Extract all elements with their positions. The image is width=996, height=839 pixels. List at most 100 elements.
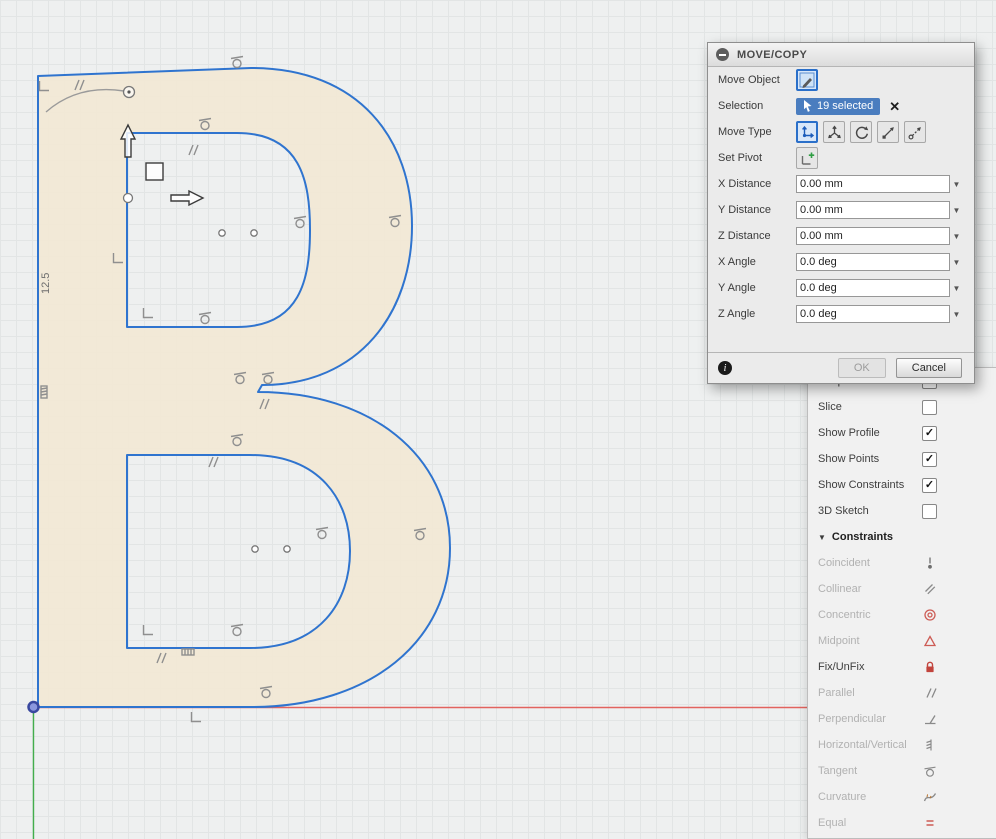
free-move-icon — [801, 125, 814, 138]
collapse-icon[interactable] — [716, 48, 729, 61]
3d-sketch-checkbox[interactable] — [922, 503, 937, 519]
move-type-point-to-point-button[interactable] — [877, 121, 899, 143]
move-object-sketch-button[interactable] — [796, 69, 818, 91]
sketch-point[interactable] — [283, 545, 291, 553]
constraint-parallel: Parallel — [808, 680, 996, 706]
collinear-icon — [925, 584, 936, 595]
letter-b-profile[interactable] — [37, 67, 451, 708]
z-distance-row: Z Distance ▼ — [708, 223, 974, 249]
x-angle-row: X Angle ▼ — [708, 249, 974, 275]
set-pivot-label: Set Pivot — [718, 152, 763, 164]
constraint-label: Coincident — [818, 557, 870, 569]
perpendicular-constraint-icon[interactable] — [142, 307, 154, 319]
move-object-row: Move Object — [708, 67, 974, 93]
sketch-point[interactable] — [122, 192, 134, 204]
move-type-point-to-position-button[interactable] — [904, 121, 926, 143]
pivot-icon — [801, 152, 814, 165]
parallel-constraint-icon[interactable] — [208, 456, 219, 468]
show-points-checkbox[interactable]: ✓ — [922, 451, 937, 467]
x-distance-input[interactable] — [796, 175, 950, 193]
tangent-constraint-icon[interactable] — [293, 215, 307, 229]
dialog-titlebar[interactable]: MOVE/COPY — [708, 43, 974, 67]
y-distance-dropdown-icon[interactable]: ▼ — [950, 206, 963, 215]
constraint-label: Equal — [818, 817, 847, 829]
tangent-constraint-icon[interactable] — [230, 623, 244, 637]
move-manipulator[interactable] — [119, 123, 205, 207]
point-to-position-icon — [907, 126, 921, 140]
y-angle-row: Y Angle ▼ — [708, 275, 974, 301]
move-type-rotate-button[interactable] — [850, 121, 872, 143]
palette-option-show-profile[interactable]: Show Profile ✓ — [808, 420, 996, 446]
coincident-icon — [928, 557, 932, 569]
sketch-palette: Snap ✓ Slice Show Profile ✓ Show Points … — [807, 367, 996, 839]
x-angle-dropdown-icon[interactable]: ▼ — [950, 258, 963, 267]
constraint-label: Curvature — [818, 791, 867, 803]
lock-icon — [926, 661, 934, 673]
move-type-free-move-button[interactable] — [796, 121, 818, 143]
equal-icon — [926, 820, 934, 826]
z-angle-dropdown-icon[interactable]: ▼ — [950, 310, 963, 319]
sketch-point[interactable] — [251, 545, 259, 553]
tangent-constraint-icon[interactable] — [198, 311, 212, 325]
dimension-label[interactable]: 12.5 — [40, 273, 52, 294]
translate-icon — [827, 125, 841, 138]
option-label: Show Points — [818, 453, 880, 465]
concentric-icon — [924, 609, 936, 621]
selection-label: Selection — [718, 100, 764, 112]
constraint-label: Midpoint — [818, 635, 860, 647]
set-pivot-button[interactable] — [796, 147, 818, 169]
constraint-coincident: Coincident — [808, 550, 996, 576]
origin-point[interactable] — [27, 700, 40, 714]
z-distance-label: Z Distance — [718, 230, 771, 242]
y-angle-dropdown-icon[interactable]: ▼ — [950, 284, 963, 293]
palette-option-slice[interactable]: Slice — [808, 394, 996, 420]
z-angle-input[interactable] — [796, 305, 950, 323]
show-profile-checkbox[interactable]: ✓ — [922, 425, 937, 441]
show-constraints-checkbox[interactable]: ✓ — [922, 477, 937, 493]
z-distance-dropdown-icon[interactable]: ▼ — [950, 232, 963, 241]
x-distance-label: X Distance — [718, 178, 772, 190]
constraint-fix-unfix[interactable]: Fix/UnFix — [808, 654, 996, 680]
perpendicular-icon — [925, 715, 936, 725]
parallel-icon — [926, 688, 937, 698]
dialog-footer: i OK Cancel — [708, 352, 974, 383]
tangent-constraint-icon[interactable] — [315, 526, 329, 540]
move-type-label: Move Type — [718, 126, 772, 138]
y-angle-input[interactable] — [796, 279, 950, 297]
x-distance-dropdown-icon[interactable]: ▼ — [950, 180, 963, 189]
palette-option-show-constraints[interactable]: Show Constraints ✓ — [808, 472, 996, 498]
pencil-icon — [799, 72, 815, 88]
set-pivot-row: Set Pivot — [708, 145, 974, 171]
move-type-translate-button[interactable] — [823, 121, 845, 143]
parallel-constraint-icon[interactable] — [188, 144, 199, 156]
constraints-section-header[interactable]: ▼ Constraints — [808, 524, 996, 550]
constraint-label: Perpendicular — [818, 713, 886, 725]
cancel-button[interactable]: Cancel — [895, 358, 962, 378]
slice-checkbox[interactable] — [922, 399, 937, 415]
option-label: Slice — [818, 401, 842, 413]
constraint-horizontal-vertical: Horizontal/Vertical — [808, 732, 996, 758]
move-right-arrow[interactable] — [170, 189, 205, 207]
x-distance-row: X Distance ▼ — [708, 171, 974, 197]
arc-center-target[interactable] — [122, 85, 136, 99]
perpendicular-constraint-icon[interactable] — [190, 711, 202, 723]
selection-badge[interactable]: 19 selected — [796, 97, 881, 115]
constraint-label: Parallel — [818, 687, 855, 699]
constraint-perpendicular: Perpendicular — [808, 706, 996, 732]
palette-option-show-points[interactable]: Show Points ✓ — [808, 446, 996, 472]
move-free-handle[interactable] — [145, 162, 164, 181]
z-distance-input[interactable] — [796, 227, 950, 245]
tangent-constraint-icon[interactable] — [230, 55, 244, 69]
sketch-point[interactable] — [218, 229, 226, 237]
sketch-point[interactable] — [250, 229, 258, 237]
palette-option-3d-sketch[interactable]: 3D Sketch — [808, 498, 996, 524]
z-angle-row: Z Angle ▼ — [708, 301, 974, 327]
constraint-curvature: Curvature — [808, 784, 996, 810]
ok-button[interactable]: OK — [837, 358, 886, 378]
constraints-header-label: Constraints — [831, 531, 894, 543]
perpendicular-constraint-icon[interactable] — [142, 624, 154, 636]
y-distance-input[interactable] — [796, 201, 950, 219]
x-angle-input[interactable] — [796, 253, 950, 271]
info-icon[interactable]: i — [718, 361, 732, 375]
clear-selection-icon[interactable]: ✕ — [889, 100, 900, 113]
